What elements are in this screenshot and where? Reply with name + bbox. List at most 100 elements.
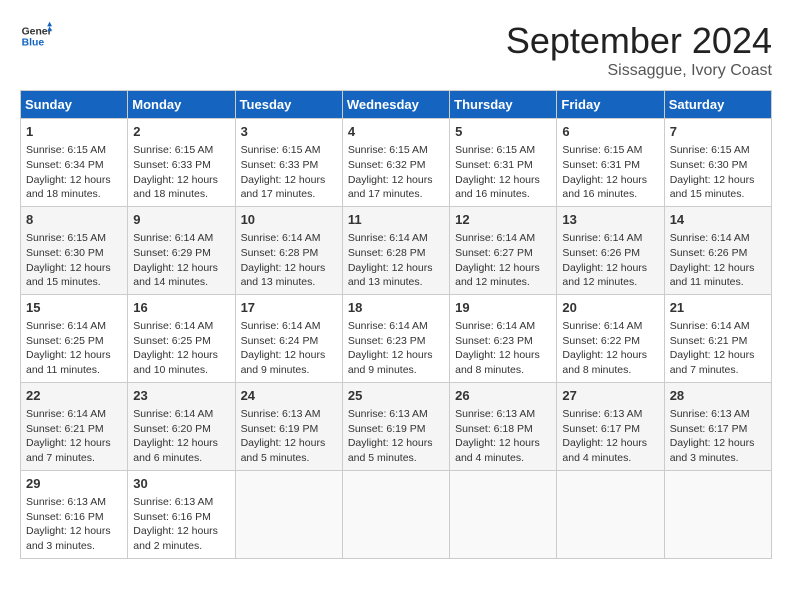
table-row: 11 Sunrise: 6:14 AM Sunset: 6:28 PM Dayli… xyxy=(342,206,449,294)
table-row: 29Sunrise: 6:13 AM Sunset: 6:16 PM Dayli… xyxy=(21,470,128,558)
table-row: 8 Sunrise: 6:15 AM Sunset: 6:30 PM Daylig… xyxy=(21,206,128,294)
table-row: 18 Sunrise: 6:14 AM Sunset: 6:23 PM Dayli… xyxy=(342,294,449,382)
table-row xyxy=(450,470,557,558)
table-row: 3Sunrise: 6:15 AM Sunset: 6:33 PM Daylig… xyxy=(235,119,342,207)
day-number: 6 xyxy=(562,123,658,141)
day-info: Sunrise: 6:15 AM Sunset: 6:30 PM Dayligh… xyxy=(26,231,122,290)
col-wednesday: Wednesday xyxy=(342,91,449,119)
day-info: Sunrise: 6:15 AM Sunset: 6:31 PM Dayligh… xyxy=(562,143,658,202)
table-row: 21 Sunrise: 6:14 AM Sunset: 6:21 PM Dayli… xyxy=(664,294,771,382)
day-number: 13 xyxy=(562,211,658,229)
calendar-week-row: 15 Sunrise: 6:14 AM Sunset: 6:25 PM Dayli… xyxy=(21,294,772,382)
day-info: Sunrise: 6:13 AM Sunset: 6:17 PM Dayligh… xyxy=(670,407,766,466)
day-info: Sunrise: 6:15 AM Sunset: 6:31 PM Dayligh… xyxy=(455,143,551,202)
calendar-table: Sunday Monday Tuesday Wednesday Thursday… xyxy=(20,90,772,559)
table-row: 20 Sunrise: 6:14 AM Sunset: 6:22 PM Dayli… xyxy=(557,294,664,382)
table-row: 7 Sunrise: 6:15 AM Sunset: 6:30 PM Daylig… xyxy=(664,119,771,207)
day-info: Sunrise: 6:14 AM Sunset: 6:21 PM Dayligh… xyxy=(26,407,122,466)
day-info: Sunrise: 6:14 AM Sunset: 6:20 PM Dayligh… xyxy=(133,407,229,466)
day-info: Sunrise: 6:13 AM Sunset: 6:17 PM Dayligh… xyxy=(562,407,658,466)
logo: General Blue xyxy=(20,20,52,52)
table-row: 4 Sunrise: 6:15 AM Sunset: 6:32 PM Daylig… xyxy=(342,119,449,207)
day-info: Sunrise: 6:15 AM Sunset: 6:32 PM Dayligh… xyxy=(348,143,444,202)
table-row: 30 Sunrise: 6:13 AM Sunset: 6:16 PM Dayli… xyxy=(128,470,235,558)
table-row: 6 Sunrise: 6:15 AM Sunset: 6:31 PM Daylig… xyxy=(557,119,664,207)
day-number: 2 xyxy=(133,123,229,141)
day-info: Sunrise: 6:15 AM Sunset: 6:30 PM Dayligh… xyxy=(670,143,766,202)
day-number: 27 xyxy=(562,387,658,405)
day-number: 29 xyxy=(26,475,122,493)
day-number: 22 xyxy=(26,387,122,405)
table-row: 5 Sunrise: 6:15 AM Sunset: 6:31 PM Daylig… xyxy=(450,119,557,207)
day-info: Sunrise: 6:15 AM Sunset: 6:34 PM Dayligh… xyxy=(26,143,122,202)
day-number: 26 xyxy=(455,387,551,405)
day-number: 20 xyxy=(562,299,658,317)
day-info: Sunrise: 6:14 AM Sunset: 6:22 PM Dayligh… xyxy=(562,319,658,378)
day-info: Sunrise: 6:14 AM Sunset: 6:27 PM Dayligh… xyxy=(455,231,551,290)
calendar-header-row: Sunday Monday Tuesday Wednesday Thursday… xyxy=(21,91,772,119)
day-number: 24 xyxy=(241,387,337,405)
day-info: Sunrise: 6:14 AM Sunset: 6:26 PM Dayligh… xyxy=(562,231,658,290)
table-row: 2 Sunrise: 6:15 AM Sunset: 6:33 PM Daylig… xyxy=(128,119,235,207)
calendar-week-row: 1 Sunrise: 6:15 AM Sunset: 6:34 PM Daylig… xyxy=(21,119,772,207)
day-info: Sunrise: 6:14 AM Sunset: 6:28 PM Dayligh… xyxy=(348,231,444,290)
table-row: 26Sunrise: 6:13 AM Sunset: 6:18 PM Dayli… xyxy=(450,382,557,470)
table-row: 10Sunrise: 6:14 AM Sunset: 6:28 PM Dayli… xyxy=(235,206,342,294)
day-number: 19 xyxy=(455,299,551,317)
col-saturday: Saturday xyxy=(664,91,771,119)
day-number: 7 xyxy=(670,123,766,141)
page-header: General Blue September 2024 Sissaggue, I… xyxy=(20,20,772,80)
table-row: 14Sunrise: 6:14 AM Sunset: 6:26 PM Dayli… xyxy=(664,206,771,294)
month-year-title: September 2024 xyxy=(506,20,772,62)
day-number: 3 xyxy=(241,123,337,141)
calendar-week-row: 8 Sunrise: 6:15 AM Sunset: 6:30 PM Daylig… xyxy=(21,206,772,294)
col-thursday: Thursday xyxy=(450,91,557,119)
location-subtitle: Sissaggue, Ivory Coast xyxy=(506,62,772,80)
table-row: 9 Sunrise: 6:14 AM Sunset: 6:29 PM Daylig… xyxy=(128,206,235,294)
table-row: 23 Sunrise: 6:14 AM Sunset: 6:20 PM Dayli… xyxy=(128,382,235,470)
calendar-week-row: 29 Sunrise: 6:13 AM Sunset: 6:16 PM Dayli… xyxy=(21,470,772,558)
svg-text:Blue: Blue xyxy=(22,38,45,49)
day-info: Sunrise: 6:14 AM Sunset: 6:29 PM Dayligh… xyxy=(133,231,229,290)
day-info: Sunrise: 6:15 AM Sunset: 6:33 PM Dayligh… xyxy=(133,143,229,202)
day-number: 16 xyxy=(133,299,229,317)
day-info: Sunrise: 6:14 AM Sunset: 6:28 PM Dayligh… xyxy=(241,231,337,290)
day-number: 25 xyxy=(348,387,444,405)
day-number: 21 xyxy=(670,299,766,317)
col-friday: Friday xyxy=(557,91,664,119)
day-info: Sunrise: 6:14 AM Sunset: 6:23 PM Dayligh… xyxy=(455,319,551,378)
table-row xyxy=(664,470,771,558)
day-info: Sunrise: 6:13 AM Sunset: 6:19 PM Dayligh… xyxy=(241,407,337,466)
table-row: 27 Sunrise: 6:13 AM Sunset: 6:17 PM Dayli… xyxy=(557,382,664,470)
table-row: 15 Sunrise: 6:14 AM Sunset: 6:25 PM Dayli… xyxy=(21,294,128,382)
day-number: 15 xyxy=(26,299,122,317)
day-info: Sunrise: 6:13 AM Sunset: 6:16 PM Dayligh… xyxy=(133,495,229,554)
day-number: 18 xyxy=(348,299,444,317)
day-info: Sunrise: 6:13 AM Sunset: 6:19 PM Dayligh… xyxy=(348,407,444,466)
day-info: Sunrise: 6:14 AM Sunset: 6:21 PM Dayligh… xyxy=(670,319,766,378)
day-number: 8 xyxy=(26,211,122,229)
day-number: 11 xyxy=(348,211,444,229)
table-row: 12 Sunrise: 6:14 AM Sunset: 6:27 PM Dayli… xyxy=(450,206,557,294)
day-number: 12 xyxy=(455,211,551,229)
logo-icon: General Blue xyxy=(20,20,52,52)
col-tuesday: Tuesday xyxy=(235,91,342,119)
day-number: 30 xyxy=(133,475,229,493)
title-section: September 2024 Sissaggue, Ivory Coast xyxy=(506,20,772,80)
day-info: Sunrise: 6:14 AM Sunset: 6:24 PM Dayligh… xyxy=(241,319,337,378)
day-number: 1 xyxy=(26,123,122,141)
day-number: 4 xyxy=(348,123,444,141)
calendar-week-row: 22 Sunrise: 6:14 AM Sunset: 6:21 PM Dayli… xyxy=(21,382,772,470)
day-number: 23 xyxy=(133,387,229,405)
day-number: 9 xyxy=(133,211,229,229)
table-row: 17Sunrise: 6:14 AM Sunset: 6:24 PM Dayli… xyxy=(235,294,342,382)
day-info: Sunrise: 6:14 AM Sunset: 6:23 PM Dayligh… xyxy=(348,319,444,378)
table-row: 1 Sunrise: 6:15 AM Sunset: 6:34 PM Daylig… xyxy=(21,119,128,207)
col-sunday: Sunday xyxy=(21,91,128,119)
day-number: 28 xyxy=(670,387,766,405)
day-info: Sunrise: 6:14 AM Sunset: 6:25 PM Dayligh… xyxy=(133,319,229,378)
day-info: Sunrise: 6:14 AM Sunset: 6:25 PM Dayligh… xyxy=(26,319,122,378)
day-number: 5 xyxy=(455,123,551,141)
table-row: 19 Sunrise: 6:14 AM Sunset: 6:23 PM Dayli… xyxy=(450,294,557,382)
svg-text:General: General xyxy=(22,26,52,37)
